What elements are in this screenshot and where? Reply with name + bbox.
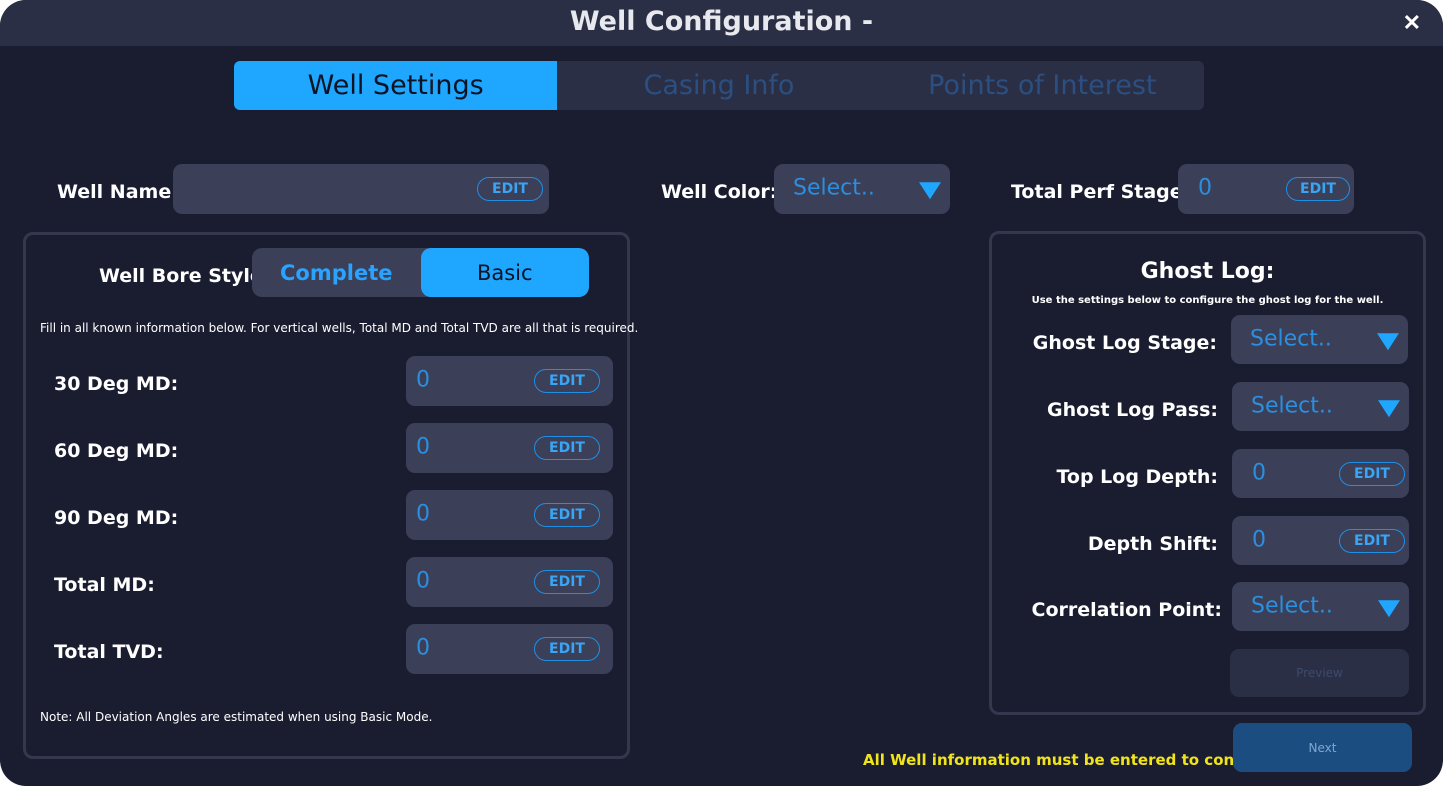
- close-icon[interactable]: ✕: [1403, 12, 1421, 34]
- ghost-log-pass-value: Select..: [1251, 392, 1333, 418]
- validation-warning: All Well information must be entered to …: [863, 751, 1279, 769]
- deg90-md-field[interactable]: 0 EDIT: [406, 490, 613, 540]
- total-perf-stages-edit-button[interactable]: EDIT: [1286, 177, 1350, 201]
- deg90-md-edit-button[interactable]: EDIT: [534, 503, 600, 527]
- ghost-log-title: Ghost Log:: [1140, 259, 1275, 284]
- title-bar: Well Configuration - ✕: [0, 0, 1443, 46]
- correlation-point-label: Correlation Point:: [1031, 599, 1222, 621]
- top-log-depth-value: 0: [1252, 459, 1266, 485]
- well-color-label: Well Color:: [661, 181, 778, 203]
- depth-shift-field[interactable]: 0 EDIT: [1232, 516, 1409, 565]
- total-md-label: Total MD:: [54, 574, 155, 596]
- well-color-value: Select..: [793, 175, 875, 201]
- well-bore-style-toggle: Complete Basic: [252, 248, 589, 297]
- deg60-md-field[interactable]: 0 EDIT: [406, 423, 613, 473]
- well-color-select[interactable]: Select..: [774, 164, 950, 214]
- total-md-edit-button[interactable]: EDIT: [534, 570, 600, 594]
- deg60-md-value: 0: [416, 434, 430, 460]
- tab-well-settings[interactable]: Well Settings: [234, 61, 558, 110]
- correlation-point-select[interactable]: Select..: [1232, 582, 1409, 631]
- total-perf-stages-field[interactable]: 0 EDIT: [1178, 164, 1354, 214]
- ghost-log-stage-select[interactable]: Select..: [1231, 315, 1408, 364]
- total-perf-stages-value: 0: [1198, 175, 1212, 201]
- deg90-md-label: 90 Deg MD:: [54, 507, 179, 529]
- ghost-log-pass-select[interactable]: Select..: [1232, 382, 1409, 431]
- deg30-md-label: 30 Deg MD:: [54, 373, 179, 395]
- deg30-md-field[interactable]: 0 EDIT: [406, 356, 613, 406]
- ghost-log-stage-value: Select..: [1250, 325, 1332, 351]
- ghost-log-stage-label: Ghost Log Stage:: [1032, 332, 1217, 354]
- depth-shift-value: 0: [1252, 526, 1266, 552]
- deg30-md-edit-button[interactable]: EDIT: [534, 369, 600, 393]
- depth-shift-label: Depth Shift:: [1087, 533, 1218, 555]
- top-log-depth-label: Top Log Depth:: [1056, 466, 1218, 488]
- tab-casing-info[interactable]: Casing Info: [557, 61, 880, 110]
- ghost-log-pass-label: Ghost Log Pass:: [1046, 399, 1218, 421]
- dropdown-arrow-icon: [1378, 399, 1400, 417]
- instructions-text: Fill in all known information below. For…: [40, 321, 639, 335]
- deg30-md-value: 0: [416, 367, 430, 393]
- basic-mode-note: Note: All Deviation Angles are estimated…: [40, 710, 433, 724]
- total-md-value: 0: [416, 568, 430, 594]
- total-md-field[interactable]: 0 EDIT: [406, 557, 613, 607]
- well-name-label: Well Name:: [57, 181, 179, 203]
- deg90-md-value: 0: [416, 501, 430, 527]
- total-tvd-label: Total TVD:: [54, 641, 164, 663]
- bore-style-complete-option[interactable]: Complete: [252, 248, 421, 297]
- depth-shift-edit-button[interactable]: EDIT: [1339, 528, 1405, 553]
- preview-button[interactable]: Preview: [1230, 649, 1409, 697]
- total-tvd-field[interactable]: 0 EDIT: [406, 624, 613, 674]
- window-title: Well Configuration -: [569, 6, 874, 37]
- total-perf-stages-label: Total Perf Stages:: [1011, 181, 1202, 203]
- ghost-log-subtitle: Use the settings below to configure the …: [1031, 295, 1384, 306]
- well-name-edit-button[interactable]: EDIT: [477, 177, 543, 201]
- total-tvd-value: 0: [416, 635, 430, 661]
- tab-points-of-interest[interactable]: Points of Interest: [881, 61, 1204, 110]
- dropdown-arrow-icon: [919, 182, 941, 200]
- bore-style-basic-option[interactable]: Basic: [420, 248, 589, 297]
- top-log-depth-field[interactable]: 0 EDIT: [1232, 449, 1409, 498]
- dropdown-arrow-icon: [1377, 332, 1399, 350]
- well-bore-style-label: Well Bore Style:: [99, 265, 271, 287]
- next-button[interactable]: Next: [1233, 723, 1412, 772]
- deg60-md-edit-button[interactable]: EDIT: [534, 436, 600, 460]
- top-log-depth-edit-button[interactable]: EDIT: [1339, 461, 1405, 486]
- well-name-field[interactable]: EDIT: [173, 164, 549, 214]
- deg60-md-label: 60 Deg MD:: [54, 440, 179, 462]
- well-configuration-window: Well Configuration - ✕ Well Settings Cas…: [0, 0, 1443, 786]
- dropdown-arrow-icon: [1378, 599, 1400, 617]
- correlation-point-value: Select..: [1251, 592, 1333, 618]
- total-tvd-edit-button[interactable]: EDIT: [534, 637, 600, 661]
- tab-bar: Well Settings Casing Info Points of Inte…: [234, 61, 1204, 110]
